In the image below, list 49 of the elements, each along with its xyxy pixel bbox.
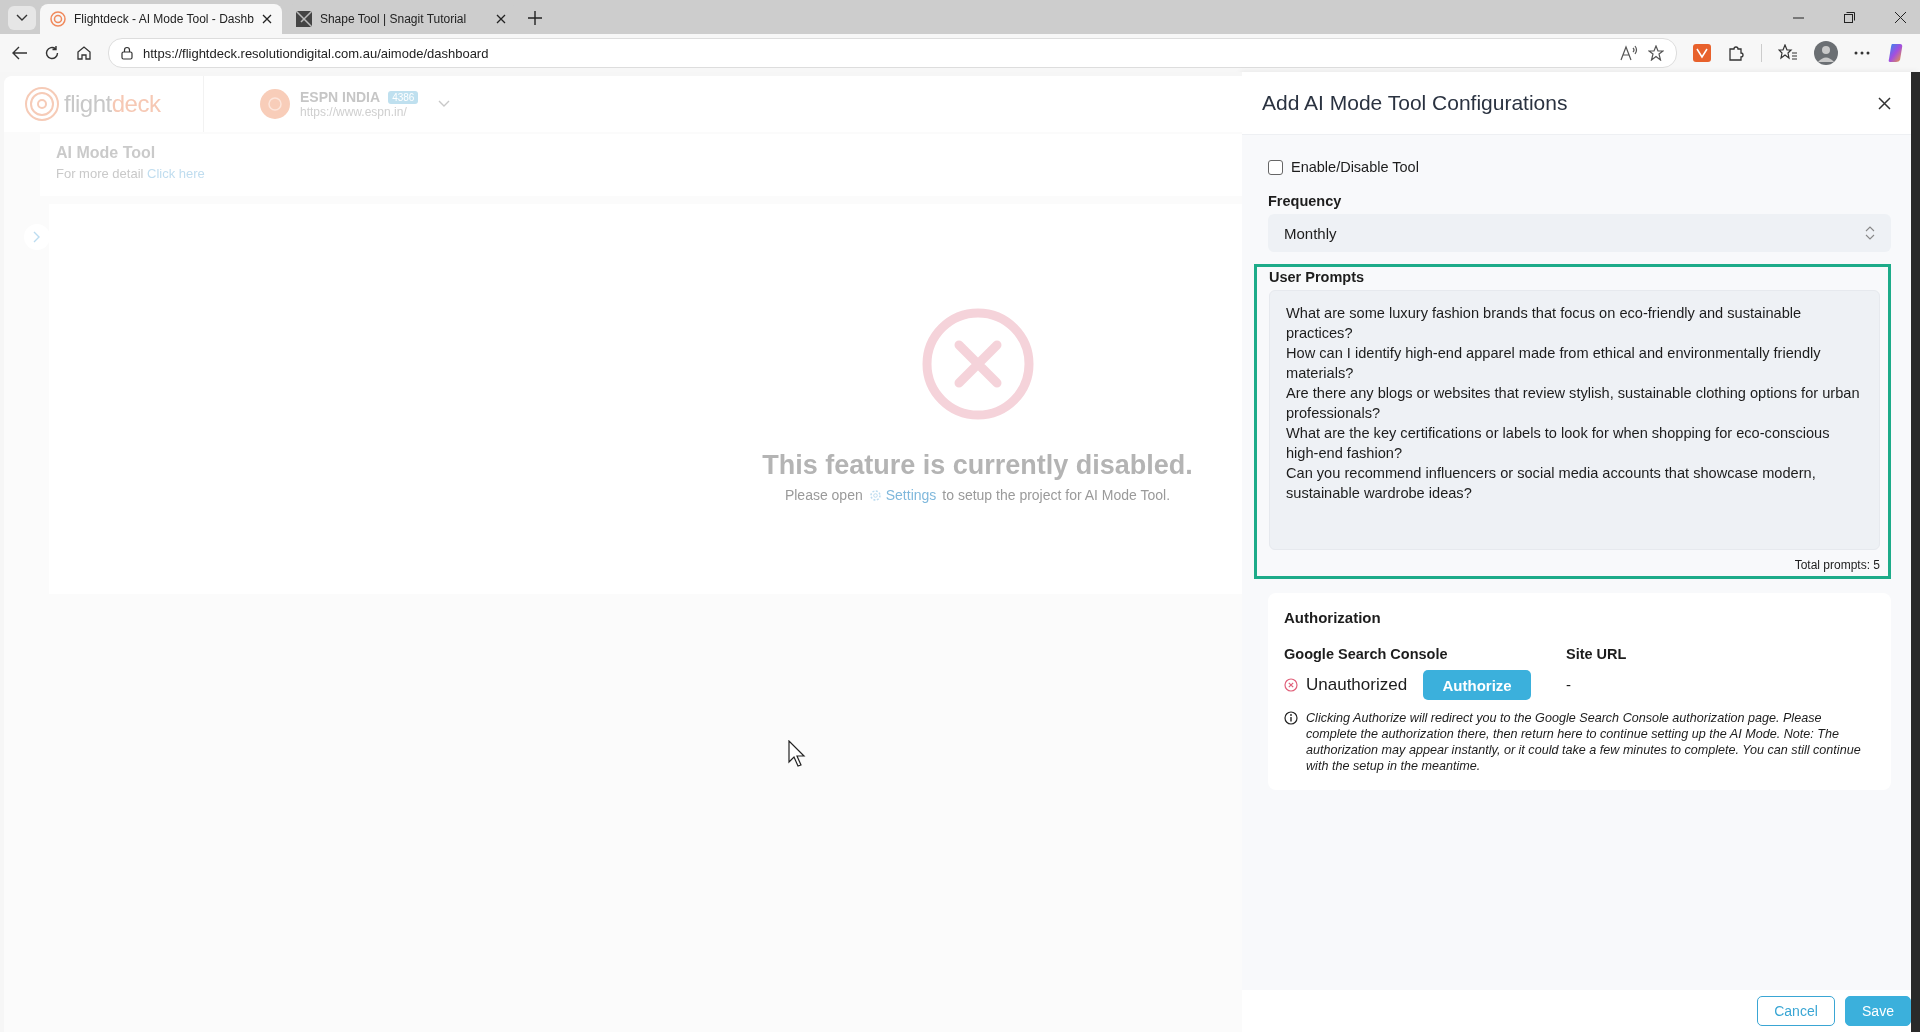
disabled-x-icon	[921, 308, 1034, 420]
section-title: Authorization	[1284, 609, 1382, 626]
close-tab-icon[interactable]	[261, 14, 272, 24]
gear-icon	[868, 488, 882, 502]
field-label: Frequency	[1268, 193, 1343, 209]
checkbox-label: Enable/Disable Tool	[1291, 159, 1419, 175]
read-aloud-icon[interactable]	[1620, 45, 1638, 61]
site-url-value: -	[1566, 676, 1572, 693]
chevron-right-icon	[33, 231, 41, 243]
restore-icon[interactable]	[1844, 11, 1855, 23]
refresh-icon[interactable]	[44, 45, 60, 61]
column-label: Google Search Console	[1284, 646, 1449, 662]
lock-icon	[121, 46, 133, 60]
back-icon[interactable]	[12, 46, 28, 60]
panel-title: Add AI Mode Tool Configurations	[1262, 91, 1569, 115]
field-label: User Prompts	[1269, 269, 1366, 285]
disabled-heading: This feature is currently disabled.	[762, 450, 1193, 481]
column-label: Site URL	[1566, 646, 1628, 662]
project-avatar-icon	[260, 89, 290, 119]
favorites-icon[interactable]	[1778, 44, 1798, 62]
avatar-icon[interactable]	[1814, 41, 1838, 65]
enable-checkbox[interactable]	[1268, 159, 1283, 175]
puzzle-icon[interactable]	[1727, 44, 1745, 62]
mouse-cursor-icon	[788, 740, 806, 768]
extension-icon[interactable]	[1693, 44, 1711, 62]
disabled-message: Please open Settings to setup the project for AI Mode Tool.	[784, 487, 1171, 503]
tab-list-button[interactable]	[8, 6, 36, 30]
home-icon[interactable]	[76, 45, 92, 61]
prompts-textarea[interactable]: What are some luxury fashion brands that focus on eco-friendly and sustainable practices? How can I identify high-end apparel made from ethical and environmentally friendly materials? Are there any blogs or websites that review stylish, sustainable clothing options for urban professionals? What are the key certifications or labels to look for when shopping for eco-conscious high-end fashion? Can you recommend influencers or social media accounts that showcase modern, sustainable wardrobe ideas?	[1269, 290, 1880, 550]
favorite-star-icon[interactable]	[1648, 45, 1664, 61]
updown-chevron-icon	[1865, 225, 1875, 241]
prompt-count: Total prompts: 5	[1793, 558, 1880, 572]
new-tab-icon[interactable]	[527, 11, 542, 25]
rings-icon	[50, 11, 66, 27]
browser-tab[interactable]: Flightdeck - AI Mode Tool - Dashb	[40, 4, 282, 34]
chevron-down-icon	[16, 14, 28, 22]
close-window-icon[interactable]	[1895, 11, 1906, 23]
more-icon[interactable]	[1854, 51, 1870, 55]
status-text: Unauthorized	[1306, 675, 1408, 695]
close-tab-icon[interactable]	[495, 14, 506, 24]
authorization-note: Clicking Authorize will redirect you to the Google Search Console authorization page. Please complete the authorization there, then return here to continue setting up the AI Mode. Note: The authorization may appear instantly, or it could take a few minutes to complete. You can still continue with the setup in the meantime.	[1306, 710, 1862, 774]
close-icon[interactable]	[1878, 96, 1891, 110]
frequency-select[interactable]: Monthly	[1268, 214, 1891, 252]
project-name: ESPN INDIA	[300, 89, 381, 105]
info-icon	[1284, 711, 1298, 725]
address-bar[interactable]: https://flightdeck.resolutiondigital.com.au/aimode/dashboard	[108, 38, 1677, 68]
project-badge: 4386	[388, 90, 419, 104]
logo-rings-icon	[24, 86, 60, 122]
tab-site-icon	[295, 11, 312, 27]
